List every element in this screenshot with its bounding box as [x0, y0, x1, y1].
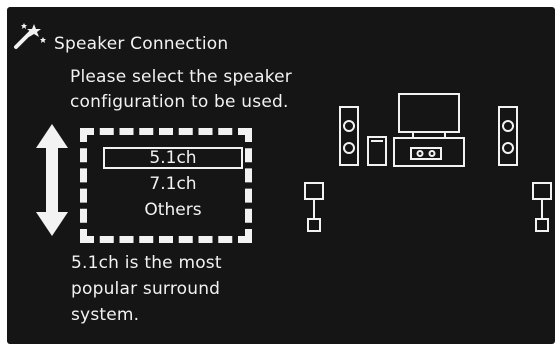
instruction-text: Please select the speaker configuration …	[70, 67, 292, 112]
up-down-arrow-icon	[36, 124, 68, 236]
option-7-1ch[interactable]: 7.1ch	[103, 173, 243, 195]
option-others[interactable]: Others	[103, 199, 243, 221]
option-5-1ch[interactable]: 5.1ch	[103, 147, 243, 169]
description-text: 5.1ch is the most popular surround syste…	[71, 253, 222, 325]
dialog-title: Speaker Connection	[54, 34, 229, 54]
wizard-wand-icon	[12, 21, 48, 51]
speaker-connection-screen: Speaker Connection Please select the spe…	[7, 7, 555, 344]
speaker-layout-icon	[297, 89, 555, 239]
